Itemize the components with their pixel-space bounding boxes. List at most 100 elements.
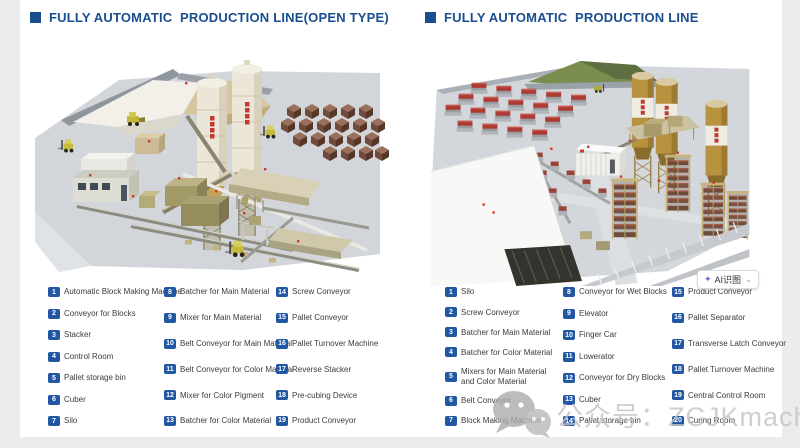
legend-item: 6 Cuber (48, 395, 164, 405)
left-panel-title: FULLY AUTOMATIC PRODUCTION LINE(OPEN TYP… (30, 10, 389, 25)
legend-number-badge: 9 (164, 313, 176, 323)
legend-column: 15 Product Conveyor 16 Pallet Separator … (672, 287, 792, 426)
legend-number-badge: 5 (445, 372, 457, 382)
control-room (73, 153, 139, 202)
page-title: FULLY AUTOMATIC PRODUCTION LINE(OPEN TYP… (49, 10, 389, 25)
legend-label: Pallet Turnover Machine (688, 365, 774, 374)
legend-item: 11 Lowerator (563, 352, 672, 362)
legend-item: 12 Mixer for Color Pigment (164, 390, 276, 400)
legend-item: 2 Screw Conveyor (445, 307, 563, 317)
legend-item: 7 Silo (48, 416, 164, 426)
legend-number-badge: 11 (164, 364, 176, 374)
legend-label: Reverse Stacker (292, 365, 351, 374)
legend-item: 3 Batcher for Main Material (445, 327, 563, 337)
legend-label: Batcher for Main Material (461, 328, 550, 337)
legend-column: 1 Automatic Block Making Machine 2 Conve… (48, 287, 164, 426)
open-type-production-line-illustration (35, 56, 391, 286)
legend-label: Elevator (579, 309, 608, 318)
legend-number-badge: 4 (48, 352, 60, 362)
legend-number-badge: 3 (48, 330, 60, 340)
site-cabin (135, 133, 165, 154)
catalog-page: FULLY AUTOMATIC PRODUCTION LINE(OPEN TYP… (20, 0, 782, 437)
legend-label: Conveyor for Blocks (64, 309, 136, 318)
legend-number-badge: 1 (445, 287, 457, 297)
legend-item: 18 Pallet Turnover Machine (672, 364, 792, 374)
legend-number-badge: 18 (276, 390, 288, 400)
page-title: FULLY AUTOMATIC PRODUCTION LINE (444, 10, 699, 25)
legend-number-badge: 12 (563, 373, 575, 383)
legend-column: 8 Batcher for Main Material 9 Mixer for … (164, 287, 276, 426)
legend-number-badge: 3 (445, 327, 457, 337)
legend-number-badge: 10 (164, 339, 176, 349)
legend-label: Batcher for Main Material (180, 287, 269, 296)
legend-open-type: 1 Automatic Block Making Machine 2 Conve… (48, 287, 396, 426)
legend-number-badge: 17 (276, 364, 288, 374)
legend-item: 4 Control Room (48, 352, 164, 362)
fully-automatic-production-line-illustration (430, 54, 750, 286)
sparkle-icon: ✦ (704, 275, 712, 284)
legend-item: 11 Belt Conveyor for Color Material (164, 364, 276, 374)
legend-number-badge: 8 (164, 287, 176, 297)
legend-number-badge: 15 (672, 287, 684, 297)
legend-item: 5 Pallet storage bin (48, 373, 164, 383)
legend-item: 9 Elevator (563, 309, 672, 319)
legend-item: 17 Transverse Latch Conveyor (672, 339, 792, 349)
legend-label: Cuber (64, 395, 86, 404)
legend-label: Block Making Machine (461, 416, 541, 425)
legend-number-badge: 20 (672, 416, 684, 426)
legend-number-badge: 2 (48, 309, 60, 319)
legend-label: Pallet Separator (688, 313, 745, 322)
legend-fully-automatic: 1 Silo 2 Screw Conveyor 3 Batcher for Ma… (445, 287, 800, 426)
legend-label: Belt Conveyor (461, 396, 511, 405)
legend-number-badge: 2 (445, 307, 457, 317)
legend-item: 13 Cuber (563, 395, 672, 405)
legend-number-badge: 13 (164, 416, 176, 426)
legend-number-badge: 8 (563, 287, 575, 297)
legend-number-badge: 10 (563, 330, 575, 340)
legend-number-badge: 15 (276, 313, 288, 323)
legend-number-badge: 16 (276, 339, 288, 349)
legend-item: 4 Batcher for Color Material (445, 347, 563, 357)
legend-item: 15 Pallet Conveyor (276, 313, 396, 323)
legend-item: 14 Pallet storage bin (563, 416, 672, 426)
legend-item: 19 Product Conveyor (276, 416, 396, 426)
title-bullet-icon (425, 12, 436, 23)
legend-item: 8 Batcher for Main Material (164, 287, 276, 297)
ai-recognize-button[interactable]: ✦ AI识图 ⌄ (697, 270, 759, 289)
legend-number-badge: 12 (164, 390, 176, 400)
legend-item: 16 Pallet Separator (672, 313, 792, 323)
legend-item: 3 Stacker (48, 330, 164, 340)
legend-item: 1 Automatic Block Making Machine (48, 287, 164, 297)
legend-column: 8 Conveyor for Wet Blocks 9 Elevator 10 … (563, 287, 672, 426)
legend-label: Curing Room (688, 416, 735, 425)
legend-item: 6 Belt Conveyor (445, 396, 563, 406)
legend-item: 7 Block Making Machine (445, 416, 563, 426)
legend-number-badge: 6 (48, 395, 60, 405)
legend-item: 16 Pallet Turnover Machine (276, 339, 396, 349)
legend-label: Mixer for Main Material (180, 313, 261, 322)
legend-label: Silo (461, 287, 474, 296)
legend-label: Pallet storage bin (64, 373, 126, 382)
legend-item: 13 Batcher for Color Material (164, 416, 276, 426)
legend-label: Transverse Latch Conveyor (688, 339, 786, 348)
legend-label: Finger Car (579, 330, 617, 339)
legend-number-badge: 9 (563, 309, 575, 319)
legend-label: Batcher for Color Material (461, 348, 552, 357)
legend-number-badge: 17 (672, 339, 684, 349)
legend-label: Pallet storage bin (579, 416, 641, 425)
legend-label: Mixers for Main Material and Color Mater… (461, 367, 546, 385)
legend-number-badge: 11 (563, 352, 575, 362)
legend-number-badge: 6 (445, 396, 457, 406)
legend-column: 14 Screw Conveyor 15 Pallet Conveyor 16 … (276, 287, 396, 426)
legend-label: Screw Conveyor (461, 308, 520, 317)
legend-number-badge: 14 (563, 416, 575, 426)
legend-item: 8 Conveyor for Wet Blocks (563, 287, 672, 297)
legend-number-badge: 19 (276, 416, 288, 426)
legend-column: 1 Silo 2 Screw Conveyor 3 Batcher for Ma… (445, 287, 563, 426)
chevron-down-icon: ⌄ (745, 276, 752, 284)
legend-item: 1 Silo (445, 287, 563, 297)
legend-number-badge: 18 (672, 364, 684, 374)
legend-number-badge: 1 (48, 287, 60, 297)
central-building (576, 144, 626, 176)
legend-number-badge: 14 (276, 287, 288, 297)
